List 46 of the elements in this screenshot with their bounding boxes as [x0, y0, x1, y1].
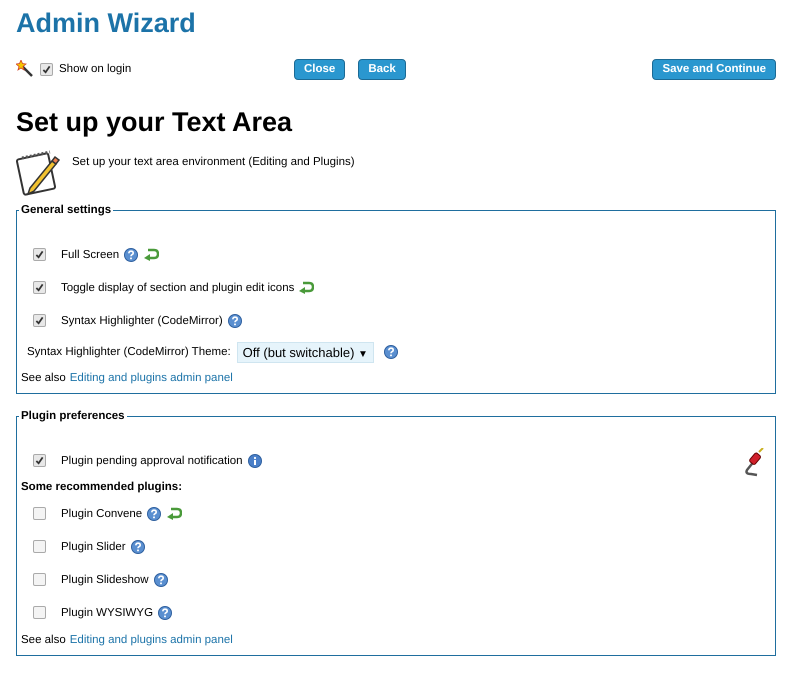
option-checkbox[interactable] — [33, 248, 46, 261]
option-label: Full Screen — [61, 248, 120, 260]
option-label: Toggle display of section and plugin edit icons — [61, 282, 294, 294]
section-heading: Set up your Text Area — [16, 106, 294, 138]
panel-legend: General settings — [19, 204, 114, 216]
option-checkbox[interactable] — [33, 540, 46, 553]
theme-label: Syntax Highlighter (CodeMirror) Theme: — [27, 346, 231, 358]
theme-select[interactable]: Off (but switchable) ▼ — [236, 342, 374, 362]
save-and-continue-button[interactable]: Save and Continue — [652, 58, 776, 80]
intro-text: Set up your text area environment (Editing and Plugins) — [72, 156, 355, 168]
option-checkbox[interactable] — [33, 573, 46, 586]
help-icon[interactable] — [384, 345, 398, 359]
option-label: Plugin Slideshow — [61, 574, 149, 586]
show-on-login-checkbox[interactable] — [40, 62, 53, 76]
admin-panel-link[interactable]: Editing and plugins admin panel — [70, 634, 233, 646]
undo-arrow-icon[interactable] — [144, 248, 160, 261]
undo-arrow-icon[interactable] — [299, 281, 314, 294]
help-icon[interactable] — [147, 506, 162, 520]
option-checkbox[interactable] — [33, 314, 46, 327]
show-on-login-label: Show on login — [59, 63, 132, 75]
option-checkbox[interactable] — [33, 454, 46, 467]
option-checkbox[interactable] — [33, 281, 46, 294]
undo-arrow-icon[interactable] — [167, 507, 182, 520]
see-also-text: See also — [21, 634, 66, 646]
magic-wand-icon — [16, 60, 34, 78]
page-title: Admin Wizard — [16, 7, 197, 40]
option-label: Plugin WYSIWYG — [61, 606, 154, 618]
option-checkbox[interactable] — [33, 606, 46, 619]
wizard-button[interactable]: Back — [358, 58, 406, 80]
help-icon[interactable] — [154, 572, 168, 586]
help-icon[interactable] — [130, 540, 145, 554]
info-icon[interactable] — [248, 454, 262, 468]
notepad-pencil-icon — [16, 150, 62, 196]
panel-legend: Plugin preferences — [19, 410, 127, 422]
wizard-button[interactable]: Close — [294, 58, 346, 80]
option-label: Plugin Slider — [61, 540, 126, 552]
option-label: Plugin Convene — [61, 508, 142, 520]
help-icon[interactable] — [228, 314, 242, 328]
help-icon[interactable] — [124, 248, 138, 262]
admin-panel-link[interactable]: Editing and plugins admin panel — [70, 372, 233, 384]
option-label: Plugin pending approval notification — [61, 454, 243, 466]
see-also-text: See also — [21, 372, 66, 384]
subheading: Some recommended plugins: — [21, 480, 184, 495]
help-icon[interactable] — [158, 606, 172, 620]
option-label: Syntax Highlighter (CodeMirror) — [61, 314, 223, 326]
option-checkbox[interactable] — [33, 507, 46, 520]
